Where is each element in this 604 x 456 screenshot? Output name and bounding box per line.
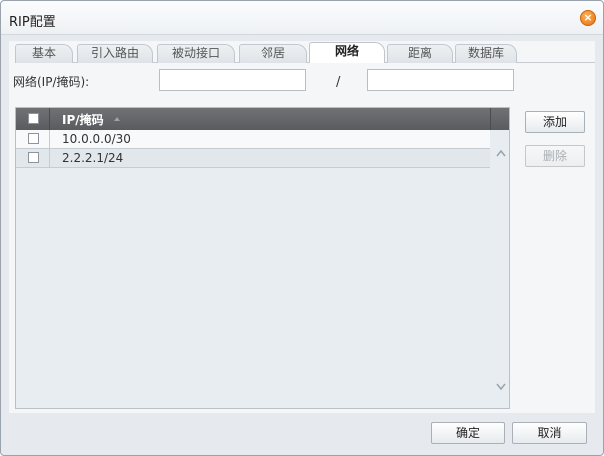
dialog-footer: 确定 取消: [1, 414, 603, 456]
row-checkbox-cell: [16, 130, 50, 149]
tab-database[interactable]: 数据库: [455, 44, 517, 63]
scroll-up-icon[interactable]: [496, 149, 506, 157]
row-checkbox[interactable]: [28, 133, 39, 144]
close-icon[interactable]: ×: [580, 10, 596, 26]
sort-ascending-icon[interactable]: [114, 117, 120, 121]
ip-mask-separator: /: [336, 75, 341, 90]
table-row[interactable]: 10.0.0.0/30: [16, 130, 490, 149]
dialog-content: 基本 引入路由 被动接口 邻居 网络 距离 数据库 网络(IP/掩码): / I…: [9, 41, 595, 413]
add-button[interactable]: 添加: [525, 111, 585, 133]
tab-network[interactable]: 网络: [309, 42, 385, 63]
table-row[interactable]: 2.2.2.1/24: [16, 149, 490, 168]
column-header-ip-mask[interactable]: IP/掩码: [62, 111, 104, 128]
tab-passive-interface[interactable]: 被动接口: [157, 44, 235, 63]
tab-distance[interactable]: 距离: [387, 44, 453, 63]
network-table: IP/掩码 10.0.0.0/30 2.2.2.1/24: [15, 107, 510, 409]
network-ip-input[interactable]: [159, 69, 306, 91]
tab-basic[interactable]: 基本: [15, 44, 73, 63]
row-checkbox-cell: [16, 149, 50, 168]
tab-neighbor[interactable]: 邻居: [239, 44, 307, 63]
row-ip-mask: 10.0.0.0/30: [62, 132, 131, 146]
delete-button[interactable]: 删除: [525, 145, 585, 167]
dialog-titlebar[interactable]: RIP配置 ×: [1, 1, 603, 35]
network-mask-input[interactable]: [367, 69, 514, 91]
header-checkbox-cell: [16, 108, 50, 130]
row-ip-mask: 2.2.2.1/24: [62, 151, 124, 165]
rip-config-dialog: RIP配置 × 基本 引入路由 被动接口 邻居 网络 距离 数据库 网络(IP/…: [0, 0, 604, 456]
header-scroll-cell: [490, 108, 509, 130]
scroll-down-icon[interactable]: [496, 383, 506, 391]
tab-bar: 基本 引入路由 被动接口 邻居 网络 距离 数据库: [11, 41, 595, 63]
select-all-checkbox[interactable]: [28, 113, 39, 124]
table-header: IP/掩码: [16, 108, 509, 130]
ok-button[interactable]: 确定: [431, 422, 505, 444]
tab-import-routes[interactable]: 引入路由: [77, 44, 153, 63]
row-checkbox[interactable]: [28, 152, 39, 163]
dialog-title: RIP配置: [9, 15, 56, 30]
cancel-button[interactable]: 取消: [512, 422, 587, 444]
network-label: 网络(IP/掩码):: [13, 75, 90, 89]
